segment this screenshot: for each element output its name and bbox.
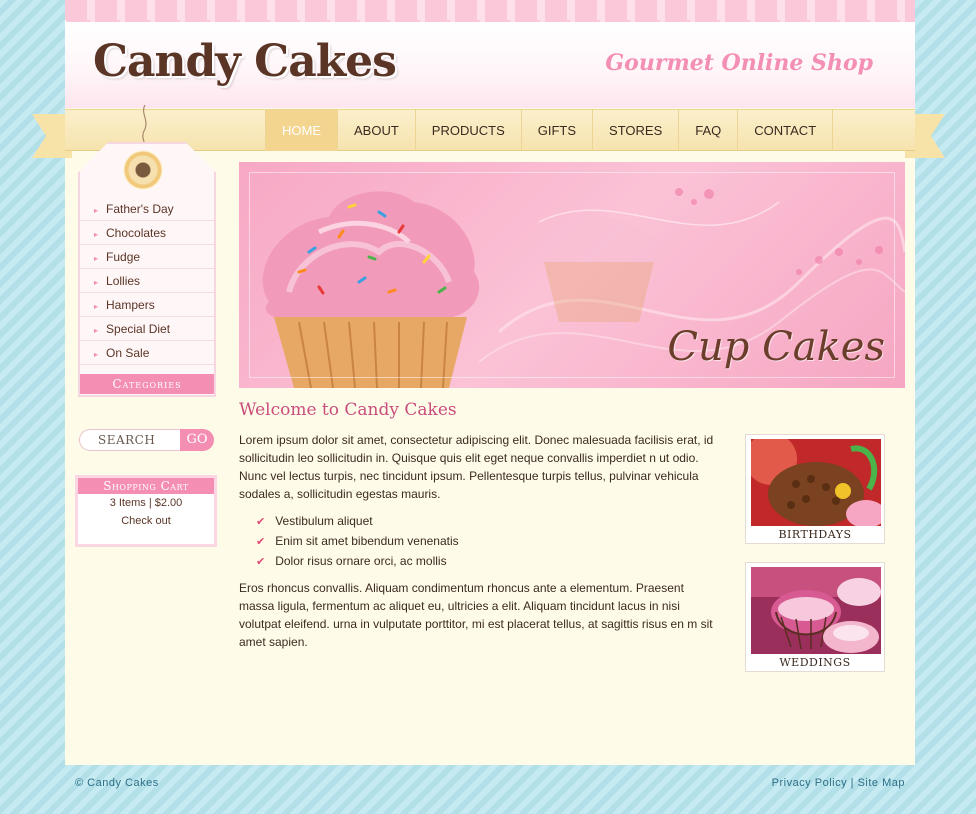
tag-hole-decoration — [123, 150, 163, 190]
checkmark-icon: ✔ — [256, 536, 266, 548]
category-label: Father's Day — [106, 202, 174, 216]
nav-home[interactable]: HOME — [265, 110, 337, 151]
awning-decoration — [65, 0, 915, 28]
list-item-text: Vestibulum aliquet — [275, 514, 373, 528]
cart-summary: 3 Items | $2.00 — [109, 497, 183, 509]
category-item-lollies[interactable]: ▸ Lollies — [80, 269, 214, 293]
privacy-policy-link[interactable]: Privacy Policy — [772, 777, 847, 789]
list-item: ✔ Enim sit amet bibendum venenatis — [256, 532, 459, 552]
category-item-chocolates[interactable]: ▸ Chocolates — [80, 221, 214, 245]
arrow-right-icon: ▸ — [94, 326, 99, 335]
checkmark-icon: ✔ — [256, 516, 266, 528]
arrow-right-icon: ▸ — [94, 350, 99, 359]
shopping-cart-inner: Shopping Cart 3 Items | $2.00 Check out — [78, 478, 214, 544]
birthdays-image — [751, 439, 881, 526]
arrow-right-icon: ▸ — [94, 206, 99, 215]
list-item-text: Dolor risus ornare orci, ac mollis — [275, 554, 447, 568]
arrow-right-icon: ▸ — [94, 302, 99, 311]
weddings-caption: WEDDINGS — [779, 656, 851, 669]
footer-separator: | — [850, 777, 855, 789]
category-label: Hampers — [106, 298, 155, 312]
footer-copyright: © Candy Cakes — [75, 777, 159, 789]
shopping-cart-title: Shopping Cart — [78, 478, 214, 494]
intro-paragraph: Lorem ipsum dolor sit amet, consectetur … — [239, 433, 714, 501]
list-item: ✔ Dolor risus ornare orci, ac mollis — [256, 552, 459, 572]
checkout-link[interactable]: Check out — [78, 512, 214, 530]
arrow-right-icon: ▸ — [94, 254, 99, 263]
site-logo[interactable]: Candy Cakes — [93, 36, 397, 87]
weddings-thumbnail[interactable]: WEDDINGS — [745, 562, 885, 672]
nav-products[interactable]: PRODUCTS — [414, 110, 521, 151]
categories-heading: Categories — [80, 374, 214, 394]
list-item: ✔ Vestibulum aliquet — [256, 512, 459, 532]
header: Candy Cakes Gourmet Online Shop — [65, 22, 915, 108]
nav-stores[interactable]: STORES — [592, 110, 678, 151]
main-nav-bar: HOME ABOUT PRODUCTS GIFTS STORES FAQ CON… — [65, 109, 915, 151]
category-item-special-diet[interactable]: ▸ Special Diet — [80, 317, 214, 341]
category-item-on-sale[interactable]: ▸ On Sale — [80, 341, 214, 365]
second-paragraph: Eros rhoncus convallis. Aliquam condimen… — [239, 581, 713, 649]
nav-gifts[interactable]: GIFTS — [520, 110, 592, 151]
category-list: ▸ Father's Day ▸ Chocolates ▸ Fudge ▸ Lollie… — [80, 197, 214, 365]
footer-links: Privacy Policy | Site Map — [772, 777, 905, 789]
welcome-heading: Welcome to Candy Cakes — [239, 400, 457, 420]
category-label: On Sale — [106, 346, 150, 360]
checkmark-icon: ✔ — [256, 556, 266, 568]
nav-about[interactable]: ABOUT — [337, 110, 415, 151]
category-label: Fudge — [106, 250, 141, 264]
feature-list: ✔ Vestibulum aliquet ✔ Enim sit amet biben… — [256, 512, 459, 572]
category-item-fathers-day[interactable]: ▸ Father's Day — [80, 197, 214, 221]
search-go-button[interactable]: GO — [180, 429, 214, 451]
nav-contact[interactable]: CONTACT — [737, 110, 834, 151]
hero-banner: Cup Cakes — [239, 162, 905, 388]
weddings-image — [751, 567, 881, 654]
category-item-fudge[interactable]: ▸ Fudge — [80, 245, 214, 269]
site-tagline: Gourmet Online Shop — [605, 50, 873, 76]
arrow-right-icon: ▸ — [94, 278, 99, 287]
category-label: Chocolates — [106, 226, 167, 240]
birthdays-caption: BIRTHDAYS — [778, 528, 852, 541]
category-label: Lollies — [106, 274, 141, 288]
birthdays-thumbnail[interactable]: BIRTHDAYS — [745, 434, 885, 544]
category-item-hampers[interactable]: ▸ Hampers — [80, 293, 214, 317]
category-label: Special Diet — [106, 322, 171, 336]
site-map-link[interactable]: Site Map — [858, 777, 905, 789]
arrow-right-icon: ▸ — [94, 230, 99, 239]
shopping-cart-box: Shopping Cart 3 Items | $2.00 Check out — [75, 475, 217, 547]
nav-faq[interactable]: FAQ — [678, 110, 737, 151]
main-nav: HOME ABOUT PRODUCTS GIFTS STORES FAQ CON… — [265, 110, 834, 151]
list-item-text: Enim sit amet bibendum venenatis — [275, 534, 459, 548]
search-input[interactable]: SEARCH — [79, 429, 180, 451]
banner-title: Cup Cakes — [667, 324, 885, 370]
